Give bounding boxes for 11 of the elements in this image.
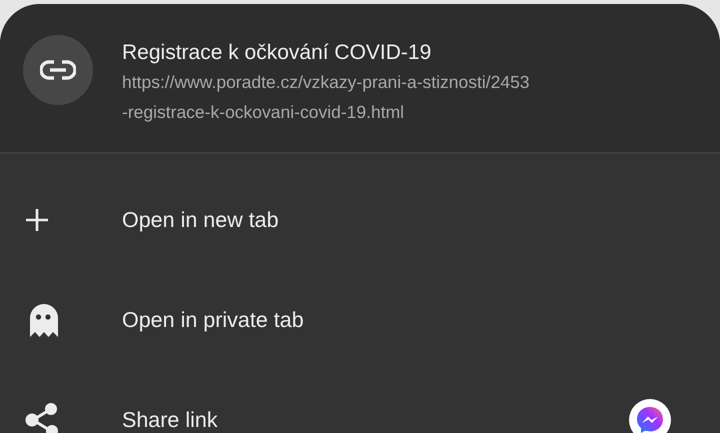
link-url: -registrace-k-ockovani-covid-19.html — [122, 101, 406, 124]
share-icon — [25, 402, 59, 433]
menu-item[interactable]: Open in private tab — [122, 308, 672, 332]
messenger-app-icon[interactable] — [628, 398, 672, 433]
plus-icon — [25, 208, 49, 232]
link-title: Registrace k očkování COVID-19 — [122, 40, 432, 66]
menu-item[interactable]: Share link — [122, 408, 628, 432]
link-url: https://www.poradte.cz/vzkazy-prani-a-stiznosti/2453 — [122, 71, 530, 94]
ghost-icon — [28, 302, 60, 338]
menu-item[interactable]: Open in new tab — [122, 208, 672, 232]
link-icon — [40, 60, 76, 80]
